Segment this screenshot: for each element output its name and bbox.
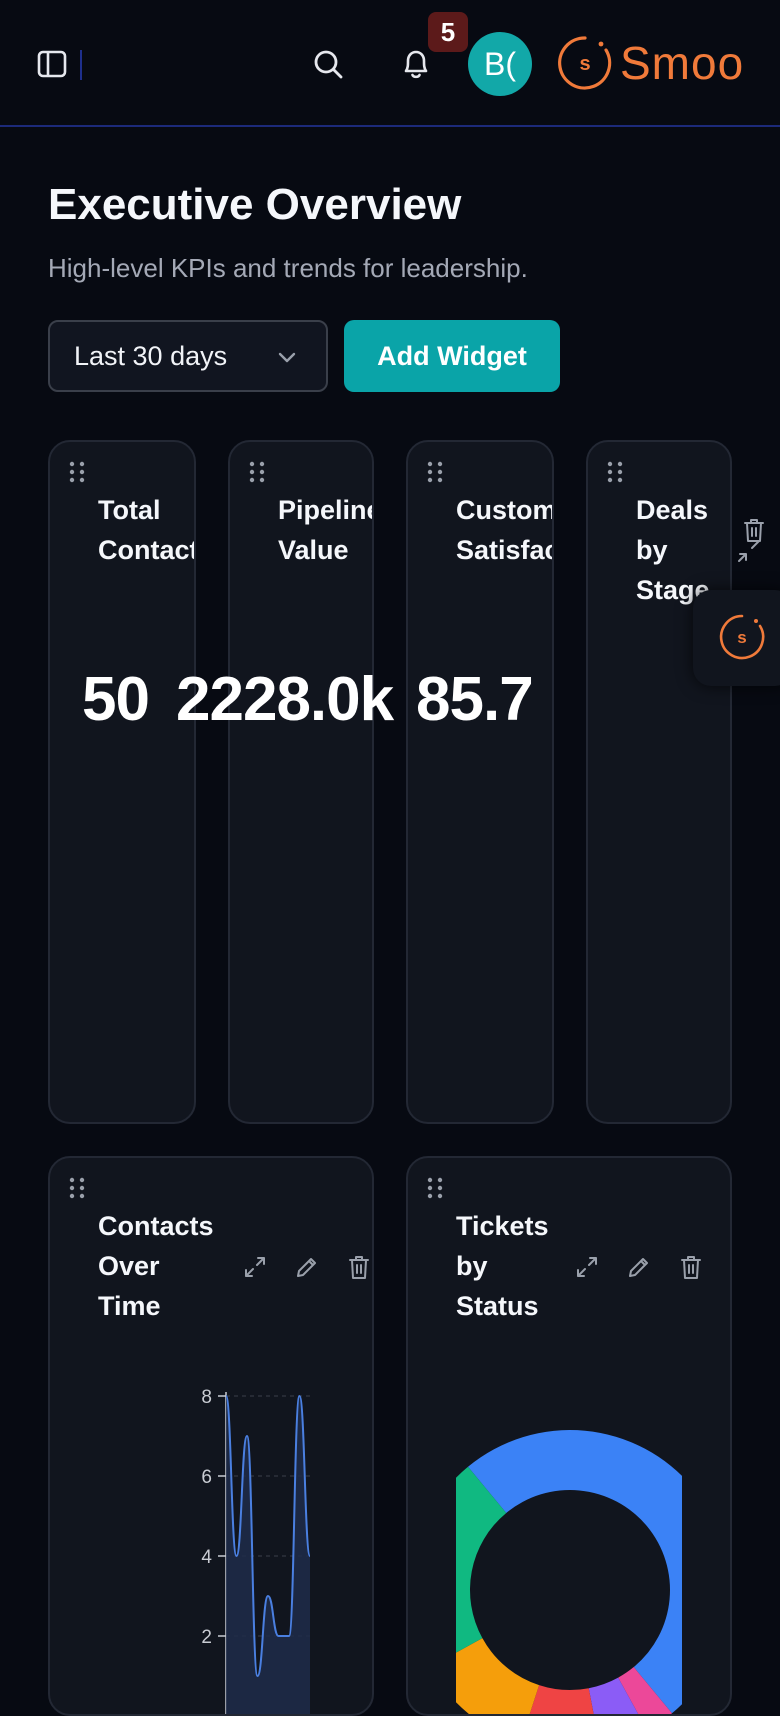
widget-deals-by-stage: Deals by Stage 8 6 4 2 xyxy=(586,440,732,1124)
donut-slices xyxy=(456,1430,682,1714)
header-divider xyxy=(80,50,82,80)
kpi-pipeline-value: 2228.0k xyxy=(176,665,394,734)
y-tick-label: 8 xyxy=(201,1387,212,1408)
notification-badge: 5 xyxy=(428,12,468,52)
widget-total-contacts: Total Contacts xyxy=(48,440,196,1124)
add-widget-button[interactable]: Add Widget xyxy=(344,320,560,392)
y-tick-label: 4 xyxy=(201,1547,212,1568)
chevron-down-icon xyxy=(278,352,296,363)
widget-tickets-by-status: Tickets by Status xyxy=(406,1156,732,1716)
page-subtitle: High-level KPIs and trends for leadershi… xyxy=(48,253,528,283)
page-title: Executive Overview xyxy=(48,180,462,229)
widget-title: Deals by Stage xyxy=(636,495,710,605)
kpi-customer-satisfaction-value: 85.7 xyxy=(416,665,534,734)
drag-handle-icon[interactable] xyxy=(68,460,86,484)
widget-customer-satisfaction: Customer Satisfaction xyxy=(406,440,554,1124)
drag-handle-icon[interactable] xyxy=(606,460,624,484)
avatar[interactable]: B( xyxy=(468,32,532,96)
brand-name: Smoo xyxy=(620,37,745,89)
date-range-select[interactable]: Last 30 days xyxy=(48,320,328,392)
brand[interactable]: s Smoo xyxy=(556,34,744,92)
assistant-logo-letter: s xyxy=(737,628,746,647)
y-tick-label: 6 xyxy=(201,1467,212,1488)
brand-logo-icon: s xyxy=(558,36,612,90)
drag-handle-icon[interactable] xyxy=(248,460,266,484)
brand-logo-letter: s xyxy=(579,53,590,75)
donut-slice xyxy=(456,1638,540,1714)
assistant-logo-icon: s xyxy=(719,614,765,660)
search-icon[interactable] xyxy=(312,48,344,80)
widget-contacts-over-time: Contacts Over Time 2468 xyxy=(48,1156,374,1716)
kpi-total-contacts-value: 50 xyxy=(82,665,150,734)
bell-icon[interactable] xyxy=(400,47,432,81)
widget-title: Pipeline Value xyxy=(278,495,374,565)
widget-title: Customer Satisfaction xyxy=(456,495,554,565)
y-tick-label: 2 xyxy=(201,1627,212,1648)
widget-title: Total Contacts xyxy=(98,495,194,565)
y-tick: 8 xyxy=(670,1122,681,1124)
tickets-donut-chart xyxy=(456,1430,682,1714)
donut-slice xyxy=(456,1466,507,1653)
contacts-line-chart: 2 4 6 8 xyxy=(201,1387,311,1714)
sidebar-toggle-icon[interactable] xyxy=(36,48,68,80)
widget-pipeline-value: Pipeline Value xyxy=(228,440,374,1124)
top-bar: 5 B( s Smoo xyxy=(0,0,780,127)
kpi-pipeline-clip: 2228.0k xyxy=(176,650,406,750)
date-range-value: Last 30 days xyxy=(74,340,228,371)
drag-handle-icon[interactable] xyxy=(426,460,444,484)
floating-assistant-button[interactable]: s xyxy=(693,590,780,686)
collapse-icon[interactable] xyxy=(736,538,762,564)
